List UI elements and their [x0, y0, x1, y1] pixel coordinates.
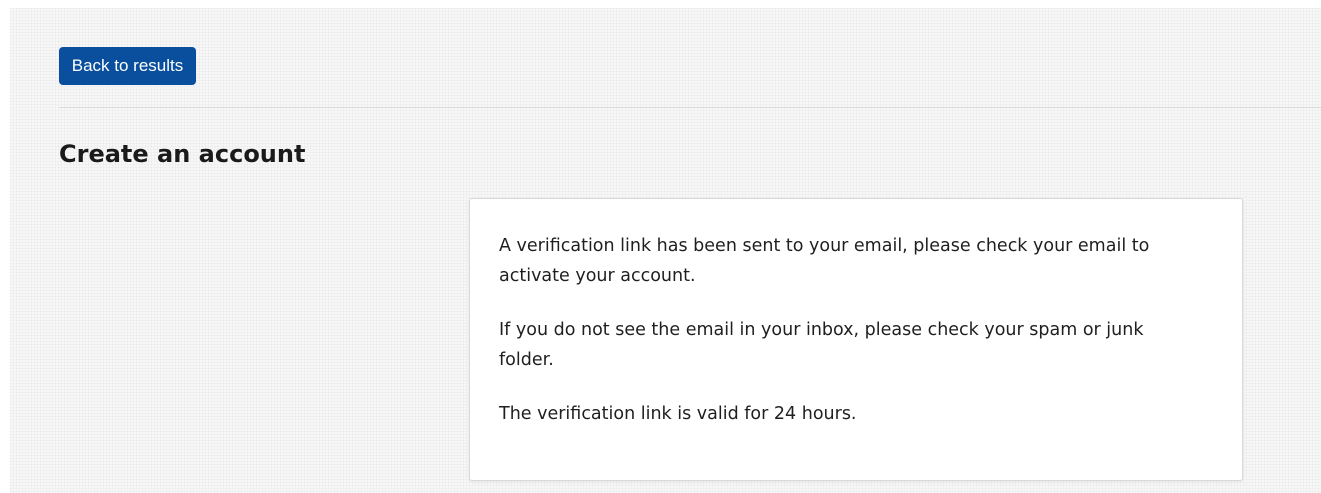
page-background: Back to results Create an account A veri…: [10, 8, 1321, 493]
page-title: Create an account: [59, 140, 306, 168]
spam-folder-message: If you do not see the email in your inbo…: [499, 320, 1144, 370]
verification-sent-message: A verification link has been sent to you…: [499, 236, 1150, 286]
verification-message-card: A verification link has been sent to you…: [469, 198, 1243, 481]
header-divider: [59, 107, 1321, 108]
back-to-results-button[interactable]: Back to results: [59, 47, 196, 85]
link-validity-message: The verification link is valid for 24 ho…: [499, 404, 857, 424]
